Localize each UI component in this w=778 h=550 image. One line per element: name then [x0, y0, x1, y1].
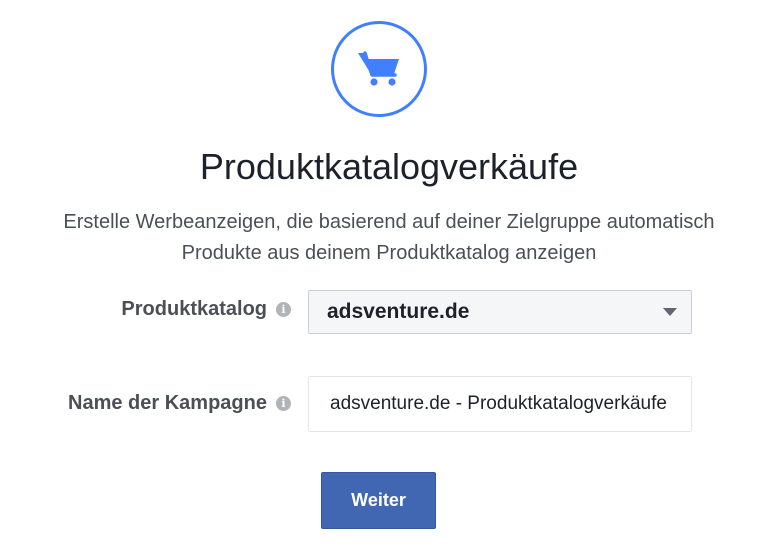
catalog-select[interactable]: adsventure.de [308, 290, 692, 334]
shopping-cart-icon [358, 51, 399, 86]
campaign-info-icon[interactable]: i [276, 396, 291, 411]
campaign-name-input[interactable] [308, 376, 692, 432]
next-button[interactable]: Weiter [321, 472, 436, 529]
description-line-1: Erstelle Werbeanzeigen, die basierend au… [63, 211, 715, 233]
catalog-label-row: Produktkatalog i [121, 298, 291, 321]
page-description: Erstelle Werbeanzeigen, die basierend au… [0, 207, 778, 269]
catalog-select-value: adsventure.de [327, 300, 470, 323]
campaign-label-row: Name der Kampagne i [68, 392, 291, 415]
catalog-info-icon[interactable]: i [276, 302, 291, 317]
page-title: Produktkatalogverkäufe [199, 146, 579, 187]
campaign-name-label: Name der Kampagne [68, 392, 267, 414]
catalog-label: Produktkatalog [121, 298, 267, 320]
description-line-2: Produkte aus deinem Produktkatalog anzei… [181, 242, 597, 264]
shopping-cart-badge [331, 21, 427, 117]
chevron-down-icon [663, 308, 677, 316]
